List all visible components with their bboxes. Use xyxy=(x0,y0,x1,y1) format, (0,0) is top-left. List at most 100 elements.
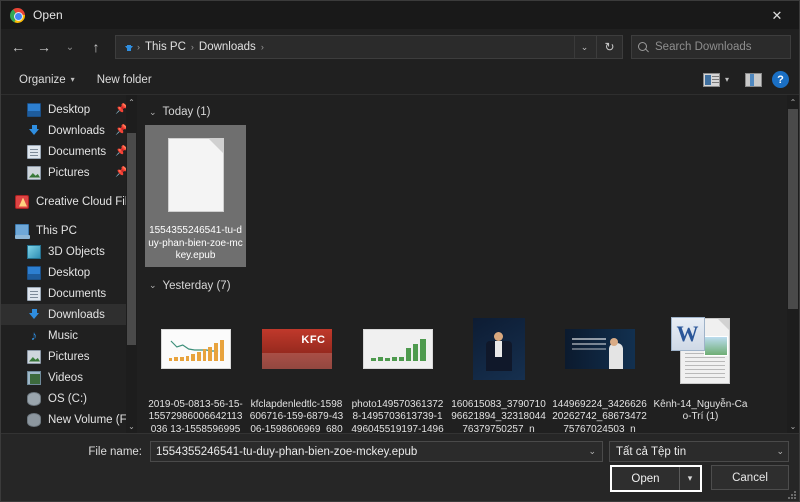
pictures-icon xyxy=(27,165,41,180)
search-input[interactable]: Search Downloads xyxy=(631,35,791,59)
sidebar-item-downloads-quick[interactable]: Downloads 📌 xyxy=(1,120,137,141)
sidebar-scrollbar[interactable]: ⌃ ⌄ xyxy=(126,95,137,433)
dialog-footer: File name: 1554355246541-tu-duy-phan-bie… xyxy=(1,433,799,501)
file-thumbnail: W xyxy=(665,303,737,395)
kfc-photo-icon: KFC xyxy=(261,328,332,369)
cancel-button[interactable]: Cancel xyxy=(711,465,789,490)
refresh-icon[interactable]: ↻ xyxy=(597,35,623,59)
up-button[interactable]: ↑ xyxy=(83,34,109,60)
file-tile[interactable]: W Kênh-14_Nguyễn-Cao-Trí (1) xyxy=(650,299,751,434)
scroll-up-icon[interactable]: ⌃ xyxy=(787,95,799,109)
file-list-scrollbar[interactable]: ⌃ ⌄ xyxy=(787,95,799,433)
file-name-label: kfclapdenledtlc-1598606716-159-6879-4306… xyxy=(249,398,344,434)
sidebar-item-downloads[interactable]: Downloads xyxy=(1,304,137,325)
organize-label: Organize xyxy=(19,73,66,86)
sidebar-item-creative-cloud-files[interactable]: Creative Cloud Fil xyxy=(1,191,137,212)
sidebar-item-pictures[interactable]: Pictures xyxy=(1,346,137,367)
group-header-yesterday[interactable]: ⌄ Yesterday (7) xyxy=(149,277,799,295)
window-title: Open xyxy=(33,8,63,22)
open-button-group[interactable]: Open ▾ xyxy=(610,465,702,492)
sidebar-item-label: Pictures xyxy=(48,350,90,363)
sidebar-item-os-c[interactable]: OS (C:) xyxy=(1,388,137,409)
file-list-scrollbar-thumb[interactable] xyxy=(788,109,798,309)
preview-pane-icon[interactable] xyxy=(745,72,762,87)
scroll-up-icon[interactable]: ⌃ xyxy=(126,95,137,109)
breadcrumb-this-pc[interactable]: This PC xyxy=(141,41,190,53)
file-type-select[interactable]: Tất cả Tệp tin ⌄ xyxy=(609,441,789,462)
file-tile[interactable]: 160615083_379071096621894_32318044763797… xyxy=(448,299,549,434)
chevron-down-icon[interactable]: ⌄ xyxy=(584,446,600,457)
desktop-icon xyxy=(27,102,41,117)
sidebar-scrollbar-thumb[interactable] xyxy=(127,133,136,345)
search-icon xyxy=(638,41,649,53)
sidebar-item-new-volume-f[interactable]: New Volume (F:) xyxy=(1,409,137,430)
file-tile[interactable]: photo1495703613728-1495703613739-1496045… xyxy=(347,299,448,433)
sidebar-item-pictures-quick[interactable]: Pictures 📌 xyxy=(1,162,137,183)
back-button[interactable]: ← xyxy=(5,34,31,60)
file-tile[interactable]: 144969224_342662620262742_68673472757670… xyxy=(549,299,650,434)
forward-button[interactable]: → xyxy=(31,34,57,60)
disk-icon xyxy=(27,412,41,427)
chevron-down-icon[interactable]: ⌄ xyxy=(574,36,594,58)
chevron-down-icon[interactable]: ⌄ xyxy=(149,280,157,291)
disk-icon xyxy=(27,391,41,406)
sidebar-item-3d-objects[interactable]: 3D Objects xyxy=(1,241,137,262)
sidebar-item-desktop[interactable]: Desktop 📌 xyxy=(1,99,137,120)
file-thumbnail xyxy=(564,303,636,395)
command-bar-right: ▾ ? xyxy=(697,70,789,90)
pin-icon: 📌 xyxy=(115,104,128,115)
sidebar-item-music[interactable]: ♪ Music xyxy=(1,325,137,346)
address-bar[interactable]: › This PC › Downloads › ⌄ xyxy=(115,35,597,59)
new-folder-label: New folder xyxy=(96,73,152,86)
scroll-down-icon[interactable]: ⌄ xyxy=(126,419,137,433)
sidebar-item-documents-pc[interactable]: Documents xyxy=(1,283,137,304)
sidebar-item-label: Downloads xyxy=(48,308,105,321)
close-icon[interactable]: ✕ xyxy=(755,1,799,29)
resize-grip[interactable] xyxy=(786,489,796,499)
file-name-label: 144969224_342662620262742_68673472757670… xyxy=(552,398,647,434)
sidebar-item-label: Creative Cloud Fil xyxy=(36,195,128,208)
scroll-down-icon[interactable]: ⌄ xyxy=(787,419,799,433)
group-header-label: Today (1) xyxy=(162,106,211,118)
group-header-label: Yesterday (7) xyxy=(162,279,231,292)
file-name-value: 1554355246541-tu-duy-phan-bien-zoe-mckey… xyxy=(156,445,418,458)
open-dropdown-button[interactable]: ▾ xyxy=(680,467,700,490)
chevron-down-icon: ⌄ xyxy=(776,446,784,456)
dialog-buttons: Open ▾ Cancel xyxy=(610,465,789,492)
file-thumbnail xyxy=(160,303,232,395)
sidebar-item-videos[interactable]: Videos xyxy=(1,367,137,388)
file-name-label: 160615083_379071096621894_32318044763797… xyxy=(451,398,546,434)
pictures-icon xyxy=(27,349,41,364)
file-tile[interactable]: 2019-05-0813-56-15-15572986006642113036 … xyxy=(145,299,246,433)
open-button[interactable]: Open xyxy=(612,467,680,490)
chrome-icon xyxy=(10,7,25,23)
sidebar-item-this-pc[interactable]: This PC xyxy=(1,220,137,241)
videos-icon xyxy=(27,370,41,385)
pin-icon: 📌 xyxy=(115,146,128,157)
recent-locations-button[interactable]: ⌄ xyxy=(57,34,83,60)
downloads-icon xyxy=(27,124,41,138)
breadcrumb-downloads[interactable]: Downloads xyxy=(195,41,260,53)
file-grid-yesterday: 2019-05-0813-56-15-15572986006642113036 … xyxy=(145,299,799,434)
file-thumbnail xyxy=(362,303,434,395)
open-file-dialog: Open ✕ ← → ⌄ ↑ › This PC › Downloads › ⌄… xyxy=(0,0,800,502)
chevron-down-icon[interactable]: ⌄ xyxy=(149,107,157,118)
file-name-label-static: File name: xyxy=(88,445,142,458)
sidebar-item-label: 3D Objects xyxy=(48,245,105,258)
sidebar-item-desktop-pc[interactable]: Desktop xyxy=(1,262,137,283)
file-name-input[interactable]: 1554355246541-tu-duy-phan-bien-zoe-mckey… xyxy=(150,441,603,462)
view-options-icon xyxy=(702,72,720,87)
sidebar-item-documents-quick[interactable]: Documents 📌 xyxy=(1,141,137,162)
group-header-today[interactable]: ⌄ Today (1) xyxy=(149,103,799,121)
file-tile[interactable]: KFC kfclapdenledtlc-1598606716-159-6879-… xyxy=(246,299,347,434)
new-folder-button[interactable]: New folder xyxy=(91,71,158,89)
title-bar: Open ✕ xyxy=(1,1,799,29)
file-list-pane: ⌄ Today (1) 1554355246541-tu-duy-phan-bi… xyxy=(137,95,799,433)
documents-icon xyxy=(27,144,41,159)
view-options-button[interactable]: ▾ xyxy=(697,70,735,90)
file-thumbnail xyxy=(160,129,232,221)
sidebar-item-label: New Volume (F:) xyxy=(48,413,134,426)
help-icon[interactable]: ? xyxy=(772,71,789,88)
organize-button[interactable]: Organize ▾ xyxy=(13,71,81,89)
file-tile[interactable]: 1554355246541-tu-duy-phan-bien-zoe-mckey… xyxy=(145,125,246,267)
